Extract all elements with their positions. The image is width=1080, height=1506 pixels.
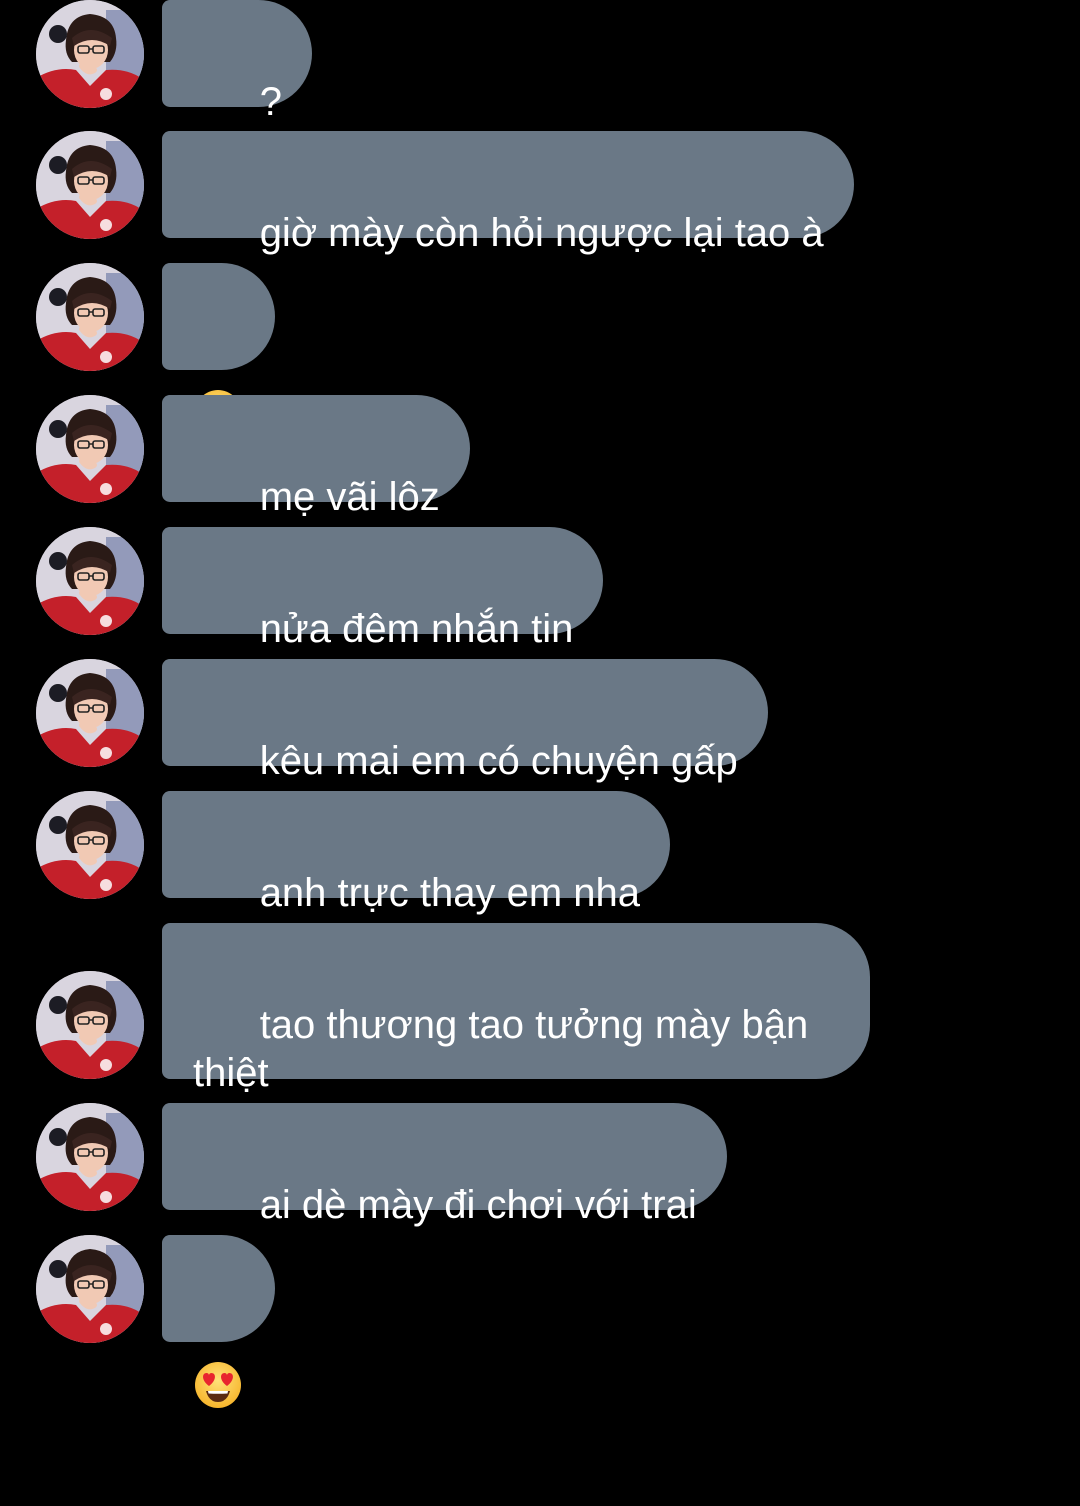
message-text: nửa đêm nhắn tin: [259, 607, 574, 651]
message-bubble[interactable]: mẹ vãi lôz: [162, 395, 470, 519]
message-bubble[interactable]: giờ mày còn hỏi ngược lại tao à: [162, 131, 854, 255]
message-bubble[interactable]: nửa đêm nhắn tin: [162, 527, 604, 651]
message-text: tao thương tao tưởng mày bận thiệt: [193, 1003, 809, 1095]
message-row: mẹ vãi lôz: [0, 395, 1080, 519]
message-text: ai dè mày đi chơi với trai: [259, 1183, 697, 1227]
heart-eyes-face-icon: [195, 1362, 241, 1408]
message-row: tao thương tao tưởng mày bận thiệt: [0, 923, 1080, 1095]
message-text: giờ mày còn hỏi ngược lại tao à: [259, 211, 824, 255]
sender-avatar[interactable]: [36, 263, 144, 371]
message-row: kêu mai em có chuyện gấp: [0, 659, 1080, 783]
sender-avatar[interactable]: [36, 1235, 144, 1343]
sender-avatar[interactable]: [36, 971, 144, 1079]
message-row: anh trực thay em nha: [0, 791, 1080, 915]
sender-avatar[interactable]: [36, 527, 144, 635]
message-bubble[interactable]: kêu mai em có chuyện gấp: [162, 659, 768, 783]
avatar-image: [36, 791, 144, 899]
avatar-image: [36, 131, 144, 239]
avatar-image: [36, 527, 144, 635]
message-text: kêu mai em có chuyện gấp: [259, 739, 738, 783]
message-text: anh trực thay em nha: [259, 871, 640, 915]
message-bubble[interactable]: ai dè mày đi chơi với trai: [162, 1103, 727, 1227]
message-row: giờ mày còn hỏi ngược lại tao à: [0, 131, 1080, 255]
avatar-image: [36, 971, 144, 1079]
sender-avatar[interactable]: [36, 1103, 144, 1211]
message-row: nửa đêm nhắn tin: [0, 527, 1080, 651]
message-text: ?: [259, 80, 282, 124]
message-bubble[interactable]: anh trực thay em nha: [162, 791, 670, 915]
avatar-image: [36, 1235, 144, 1343]
sender-avatar[interactable]: [36, 791, 144, 899]
avatar-image: [36, 0, 144, 108]
message-row: ?: [0, 0, 1080, 124]
avatar-image: [36, 263, 144, 371]
sender-avatar[interactable]: [36, 0, 144, 108]
avatar-image: [36, 395, 144, 503]
message-bubble[interactable]: [162, 1235, 275, 1408]
message-row: ai dè mày đi chơi với trai: [0, 1103, 1080, 1227]
avatar-image: [36, 1103, 144, 1211]
message-bubble[interactable]: ?: [162, 0, 312, 124]
sender-avatar[interactable]: [36, 131, 144, 239]
message-thread: ? giờ mày còn hỏi ngược lại tao à mẹ vãi…: [0, 0, 1080, 1408]
message-bubble[interactable]: tao thương tao tưởng mày bận thiệt: [162, 923, 870, 1095]
message-row: [0, 263, 1080, 436]
message-row: [0, 1235, 1080, 1408]
message-text: mẹ vãi lôz: [259, 475, 440, 519]
avatar-image: [36, 659, 144, 767]
sender-avatar[interactable]: [36, 395, 144, 503]
message-bubble[interactable]: [162, 263, 275, 436]
sender-avatar[interactable]: [36, 659, 144, 767]
